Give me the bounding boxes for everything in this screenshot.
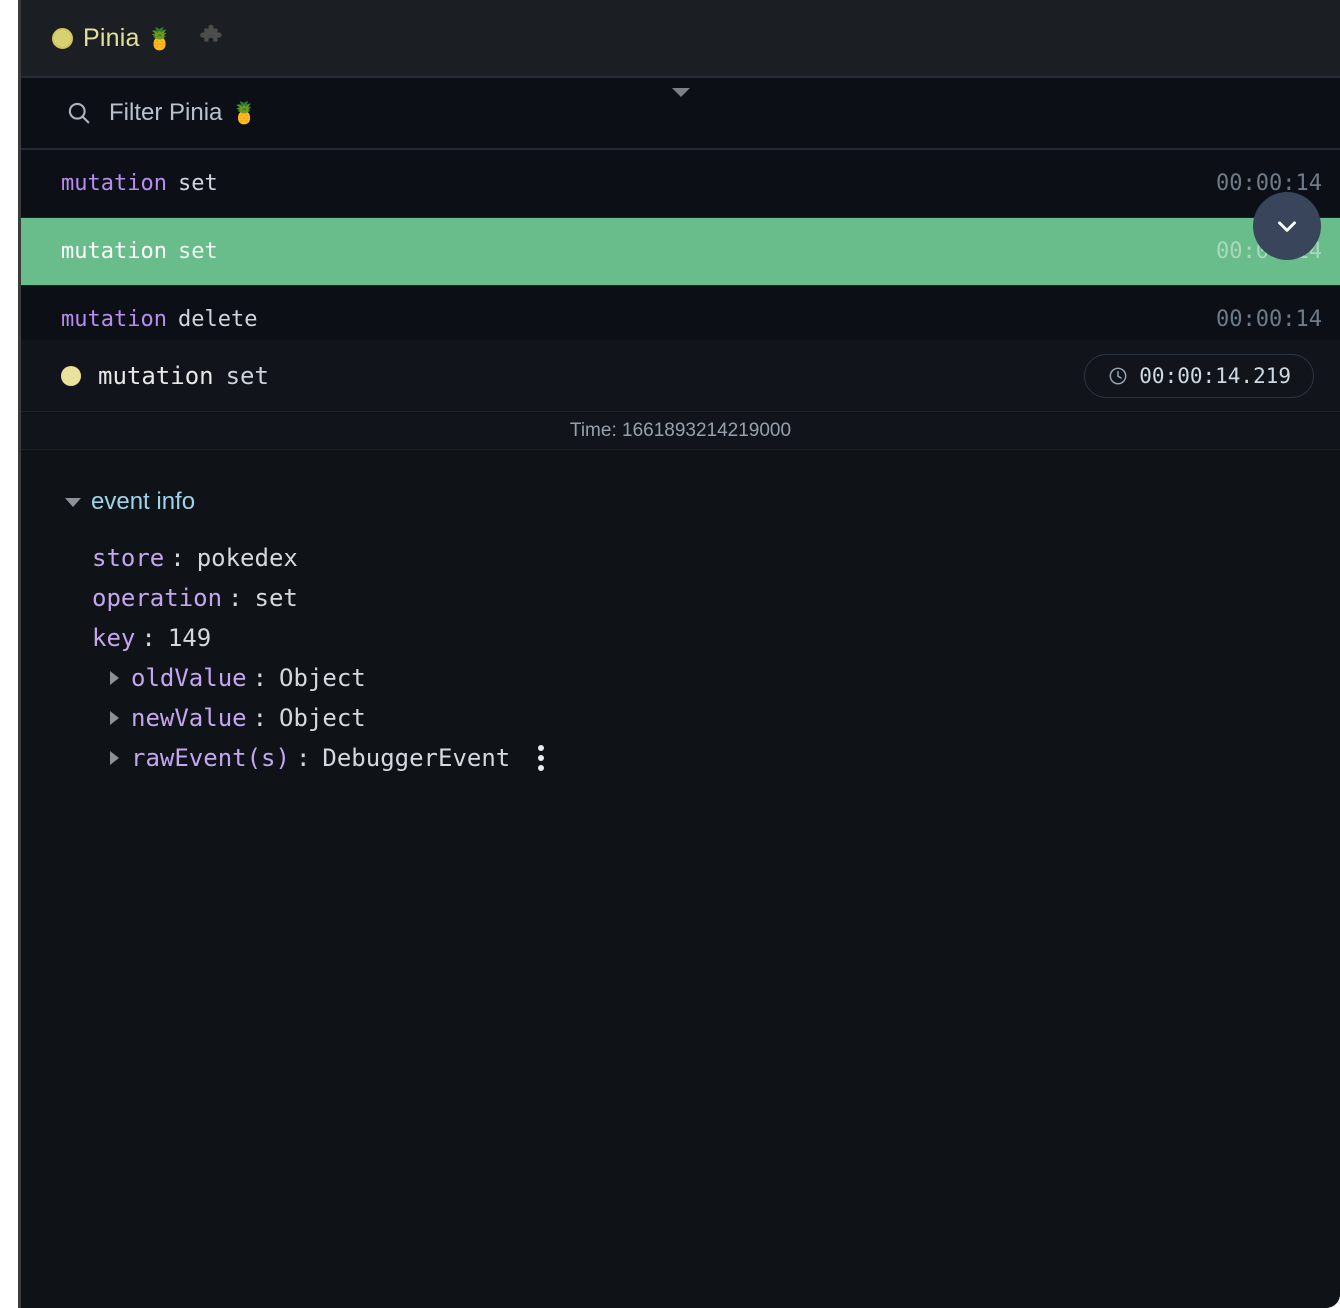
absolute-time-label: Time: 1661893214219000 xyxy=(21,412,1340,450)
splitter-triangle-icon[interactable] xyxy=(671,88,690,97)
clock-icon xyxy=(1109,367,1127,384)
tree-row-value: 149 xyxy=(167,624,212,652)
event-info-rows: store: pokedex operation: set key: 149 o… xyxy=(65,538,1340,778)
event-row[interactable]: mutation delete 00:00:14 xyxy=(21,286,1340,340)
caret-right-icon[interactable] xyxy=(110,711,119,725)
event-dot-icon xyxy=(61,365,81,386)
detail-title-group: mutation set xyxy=(61,362,269,390)
tree-row[interactable]: key: 149 xyxy=(65,618,1340,658)
tree-row-key: key xyxy=(92,624,136,652)
panel-titlebar: Pinia 🍍 xyxy=(21,0,1340,78)
event-timestamp: 00:00:14 xyxy=(1216,307,1322,332)
tree-row-expandable[interactable]: oldValue: Object xyxy=(65,658,1340,698)
tree-row-key: operation xyxy=(92,584,223,612)
scroll-to-bottom-button[interactable] xyxy=(1253,192,1321,260)
event-info-label: event info xyxy=(91,488,196,515)
event-row[interactable]: mutation set 00:00:14 xyxy=(21,150,1340,218)
search-icon xyxy=(65,99,93,127)
event-list[interactable]: mutation set 00:00:14 mutation set 00:00… xyxy=(21,150,1340,340)
tree-row-expandable[interactable]: newValue: Object xyxy=(65,698,1340,738)
detail-event-type: mutation xyxy=(98,361,214,390)
event-inspector: event info store: pokedex operation: set… xyxy=(21,450,1340,1308)
status-dot-icon xyxy=(52,27,73,49)
event-type: mutation xyxy=(61,307,167,332)
event-label: mutation delete xyxy=(61,307,257,332)
event-operation: set xyxy=(177,171,218,196)
pinia-devtools-panel: Pinia 🍍 Filter Pinia 🍍 mutation set 00:0… xyxy=(18,0,1340,1308)
app-title: Pinia 🍍 xyxy=(83,24,173,53)
tree-row[interactable]: operation: set xyxy=(65,578,1340,618)
tree-row-value: pokedex xyxy=(196,544,298,572)
detail-event-operation: set xyxy=(225,361,269,390)
timestamp-badge: 00:00:14.219 xyxy=(1084,353,1314,398)
event-label: mutation set xyxy=(61,239,218,264)
detail-title: mutation set xyxy=(98,362,269,390)
caret-right-icon[interactable] xyxy=(110,751,119,765)
row-context-menu-icon[interactable] xyxy=(538,745,545,771)
app-title-text: Pinia xyxy=(83,23,140,52)
event-type: mutation xyxy=(61,171,167,196)
filter-bar[interactable]: Filter Pinia 🍍 xyxy=(21,78,1340,150)
tree-row-key: rawEvent(s) xyxy=(131,744,290,772)
tree-row-key: oldValue xyxy=(131,664,247,692)
tree-row-key: newValue xyxy=(131,704,247,732)
detail-header: mutation set 00:00:14.219 xyxy=(21,340,1340,412)
caret-right-icon[interactable] xyxy=(110,671,119,685)
timestamp-badge-text: 00:00:14.219 xyxy=(1139,363,1291,388)
puzzle-piece-icon[interactable] xyxy=(195,22,227,54)
tree-row-value: DebuggerEvent xyxy=(322,744,511,772)
tree-row-expandable[interactable]: rawEvent(s): DebuggerEvent xyxy=(65,738,1340,778)
tree-row-value: Object xyxy=(279,664,366,692)
chevron-down-icon xyxy=(1278,221,1296,232)
search-input[interactable]: Filter Pinia 🍍 xyxy=(109,99,258,127)
event-timestamp: 00:00:14 xyxy=(1216,171,1322,196)
tree-row[interactable]: store: pokedex xyxy=(65,538,1340,578)
search-input-placeholder: Filter Pinia xyxy=(109,99,223,126)
event-info-section-toggle[interactable]: event info xyxy=(65,488,1340,516)
caret-down-icon xyxy=(65,497,81,507)
event-row-selected[interactable]: mutation set 00:00:14 xyxy=(21,218,1340,286)
pineapple-icon: 🍍 xyxy=(231,101,258,125)
tree-row-key: store xyxy=(92,544,165,572)
tree-row-value: set xyxy=(254,584,298,612)
event-type: mutation xyxy=(61,239,167,264)
event-label: mutation set xyxy=(61,171,218,196)
tree-row-value: Object xyxy=(279,704,366,732)
pineapple-icon: 🍍 xyxy=(146,27,174,51)
event-operation: set xyxy=(177,239,218,264)
event-operation: delete xyxy=(177,307,258,332)
